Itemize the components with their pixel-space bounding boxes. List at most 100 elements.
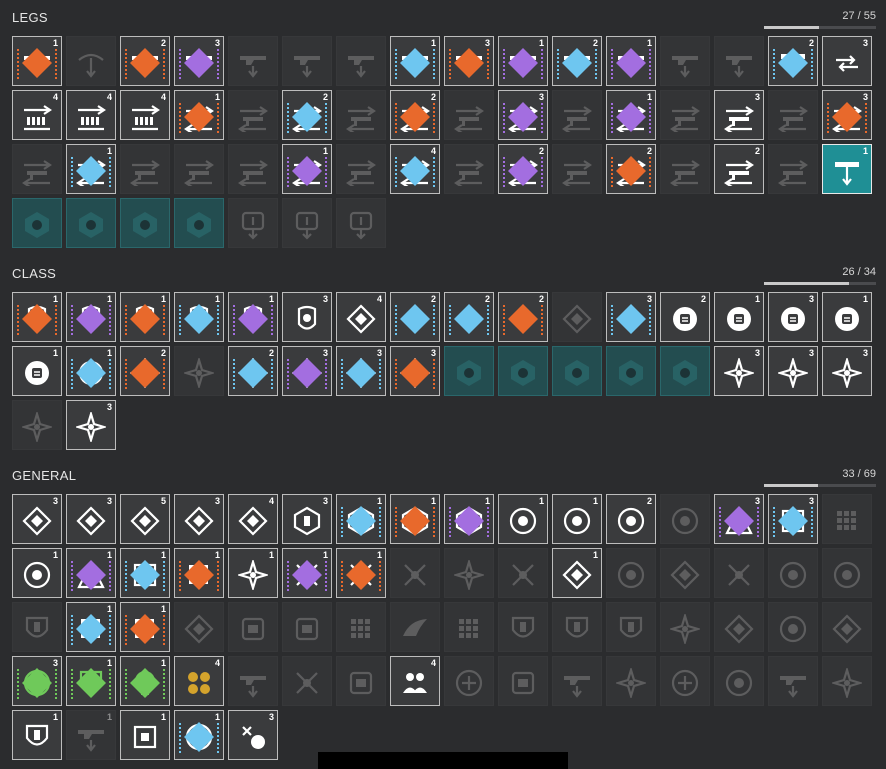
mod-tile[interactable]: 2 <box>606 494 656 544</box>
mod-tile[interactable] <box>552 90 602 140</box>
mod-tile[interactable]: 1 <box>174 710 224 760</box>
mod-tile[interactable]: 4 <box>120 90 170 140</box>
mod-tile[interactable]: 3 <box>174 36 224 86</box>
mod-tile[interactable] <box>714 36 764 86</box>
mod-tile[interactable]: 1 <box>12 346 62 396</box>
mod-tile[interactable] <box>336 144 386 194</box>
mod-tile[interactable] <box>552 292 602 342</box>
mod-tile[interactable] <box>228 656 278 706</box>
mod-tile[interactable]: 1 <box>12 36 62 86</box>
mod-tile[interactable] <box>228 90 278 140</box>
mod-tile[interactable] <box>768 90 818 140</box>
mod-tile[interactable] <box>66 198 116 248</box>
mod-tile[interactable] <box>714 656 764 706</box>
mod-tile[interactable] <box>552 602 602 652</box>
mod-tile[interactable] <box>660 548 710 598</box>
mod-tile[interactable] <box>498 656 548 706</box>
mod-tile[interactable]: 1 <box>498 494 548 544</box>
mod-tile[interactable] <box>228 36 278 86</box>
mod-tile[interactable]: 1 <box>282 144 332 194</box>
mod-tile[interactable] <box>822 494 872 544</box>
mod-tile[interactable] <box>12 144 62 194</box>
mod-tile[interactable]: 2 <box>498 144 548 194</box>
mod-tile[interactable]: 1 <box>606 36 656 86</box>
mod-tile[interactable]: 2 <box>660 292 710 342</box>
mod-tile[interactable]: 3 <box>66 400 116 450</box>
mod-tile[interactable] <box>120 144 170 194</box>
mod-tile[interactable]: 2 <box>552 36 602 86</box>
mod-tile[interactable] <box>498 346 548 396</box>
mod-tile[interactable]: 3 <box>174 494 224 544</box>
mod-tile[interactable] <box>822 548 872 598</box>
mod-tile[interactable]: 3 <box>12 656 62 706</box>
mod-tile[interactable]: 3 <box>444 36 494 86</box>
mod-tile[interactable]: 2 <box>390 90 440 140</box>
mod-tile[interactable]: 3 <box>498 90 548 140</box>
mod-tile[interactable]: 2 <box>120 36 170 86</box>
mod-tile[interactable] <box>822 602 872 652</box>
mod-tile[interactable] <box>336 656 386 706</box>
mod-tile[interactable]: 3 <box>768 292 818 342</box>
mod-tile[interactable] <box>606 548 656 598</box>
mod-tile[interactable]: 4 <box>12 90 62 140</box>
mod-tile[interactable]: 3 <box>282 346 332 396</box>
mod-tile[interactable]: 1 <box>498 36 548 86</box>
mod-tile[interactable]: 3 <box>390 346 440 396</box>
mod-tile[interactable] <box>282 36 332 86</box>
mod-tile[interactable]: 1 <box>120 292 170 342</box>
mod-tile[interactable]: 1 <box>714 292 764 342</box>
mod-tile[interactable]: 2 <box>714 144 764 194</box>
mod-tile[interactable]: 1 <box>120 656 170 706</box>
mod-tile[interactable] <box>552 656 602 706</box>
mod-tile[interactable] <box>660 494 710 544</box>
mod-tile[interactable] <box>228 602 278 652</box>
mod-tile[interactable] <box>120 198 170 248</box>
mod-tile[interactable]: 2 <box>282 90 332 140</box>
mod-tile[interactable] <box>660 144 710 194</box>
mod-tile[interactable]: 3 <box>822 346 872 396</box>
mod-tile[interactable] <box>822 656 872 706</box>
mod-tile[interactable]: 4 <box>174 656 224 706</box>
mod-tile[interactable] <box>336 36 386 86</box>
mod-tile[interactable]: 1 <box>228 548 278 598</box>
mod-tile[interactable]: 1 <box>174 90 224 140</box>
mod-tile[interactable] <box>498 602 548 652</box>
mod-tile[interactable] <box>444 90 494 140</box>
mod-tile[interactable]: 1 <box>822 292 872 342</box>
mod-tile[interactable]: 2 <box>228 346 278 396</box>
mod-tile[interactable]: 3 <box>606 292 656 342</box>
mod-tile[interactable] <box>282 656 332 706</box>
mod-tile[interactable] <box>12 198 62 248</box>
mod-tile[interactable] <box>606 346 656 396</box>
mod-tile[interactable] <box>660 656 710 706</box>
mod-tile[interactable]: 4 <box>228 494 278 544</box>
mod-tile[interactable]: 3 <box>12 494 62 544</box>
mod-tile[interactable]: 1 <box>552 494 602 544</box>
mod-tile[interactable] <box>282 198 332 248</box>
mod-tile[interactable]: 2 <box>768 36 818 86</box>
mod-tile[interactable] <box>12 602 62 652</box>
mod-tile[interactable]: 5 <box>120 494 170 544</box>
mod-tile[interactable]: 1 <box>606 90 656 140</box>
mod-tile[interactable]: 3 <box>282 292 332 342</box>
mod-tile[interactable] <box>552 144 602 194</box>
mod-tile[interactable] <box>282 602 332 652</box>
mod-tile[interactable] <box>660 36 710 86</box>
mod-tile[interactable] <box>444 346 494 396</box>
mod-tile[interactable]: 1 <box>120 602 170 652</box>
mod-tile[interactable] <box>390 602 440 652</box>
mod-tile[interactable]: 1 <box>66 602 116 652</box>
mod-tile[interactable]: 1 <box>336 494 386 544</box>
mod-tile[interactable]: 3 <box>822 90 872 140</box>
mod-tile[interactable]: 1 <box>228 292 278 342</box>
mod-tile[interactable] <box>390 548 440 598</box>
mod-tile[interactable]: 4 <box>336 292 386 342</box>
mod-tile[interactable]: 1 <box>120 548 170 598</box>
mod-tile[interactable] <box>12 400 62 450</box>
mod-tile[interactable] <box>660 602 710 652</box>
mod-tile[interactable]: 1 <box>66 656 116 706</box>
mod-tile[interactable]: 3 <box>66 494 116 544</box>
mod-tile[interactable]: 1 <box>390 36 440 86</box>
mod-tile[interactable]: 3 <box>336 346 386 396</box>
mod-tile[interactable]: 1 <box>12 292 62 342</box>
